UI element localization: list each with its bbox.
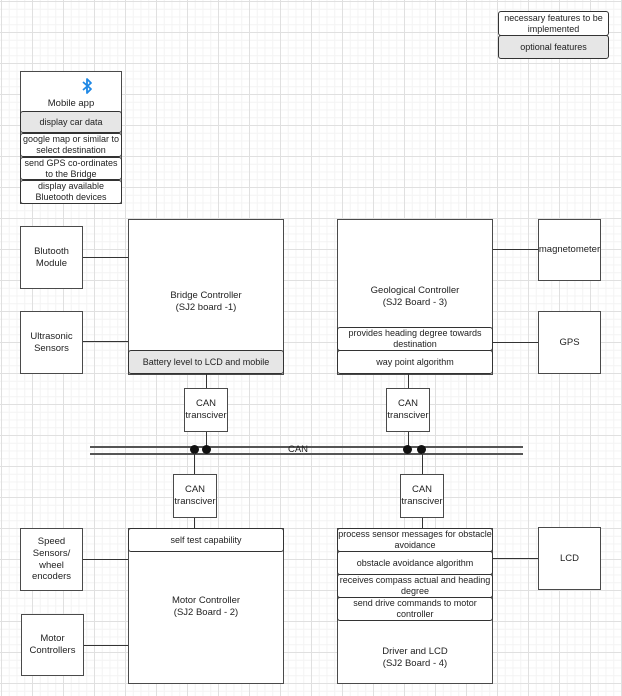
can-transceiver-label: CAN transciver (401, 484, 443, 507)
feature-label: receives compass actual and heading degr… (339, 575, 491, 596)
feature-label: Battery level to LCD and mobile (142, 356, 270, 367)
feature-label: send GPS co-ordinates to the Bridge (24, 157, 118, 179)
feature-label: process sensor messages for obstacle avo… (338, 529, 492, 550)
connector-geological-can (408, 374, 410, 389)
driver-feature-process-sensor: process sensor messages for obstacle avo… (337, 528, 493, 552)
motor-controllers-box: Motor Controllers (21, 614, 84, 676)
connector-bus-motor-can (194, 453, 196, 475)
geological-feature-way-point: way point algorithm (337, 350, 493, 374)
can-transceiver-label: CAN transciver (174, 484, 216, 507)
bus-junction-dot (202, 445, 211, 454)
bridge-feature-battery-level: Battery level to LCD and mobile (128, 350, 284, 374)
connector-bridge-can (206, 374, 208, 389)
bluetooth-icon (80, 77, 94, 95)
motor-feature-self-test: self test capability (128, 528, 284, 552)
bus-junction-dot (403, 445, 412, 454)
mobile-feature-send-gps: send GPS co-ordinates to the Bridge (20, 157, 122, 180)
driver-controller-board: (SJ2 Board - 4) (382, 657, 448, 669)
geological-controller-board: (SJ2 Board - 3) (382, 296, 448, 308)
can-transceiver-label: CAN transciver (387, 398, 429, 421)
feature-label: display car data (39, 116, 103, 127)
driver-feature-obstacle-avoidance: obstacle avoidance algorithm (337, 551, 493, 575)
feature-label: self test capability (170, 534, 242, 545)
connector-driver-lcd (493, 558, 538, 560)
can-transceiver-bridge: CAN transciver (184, 388, 228, 432)
feature-label: send drive commands to motor controller (353, 598, 477, 619)
motor-controllers-label: Motor Controllers (29, 633, 76, 656)
can-bus-label: CAN (287, 444, 309, 455)
legend-necessary: necessary features to be implemented (498, 11, 609, 36)
connector-geological-magnetometer (493, 249, 538, 251)
feature-label: provides heading degree towards destinat… (348, 328, 482, 349)
bridge-controller-name: Bridge Controller (SJ2 board -1) (128, 290, 284, 314)
feature-label: google map or similar to select destinat… (22, 134, 120, 155)
connector-motor-controllers-motor (84, 645, 128, 647)
speed-sensors-box: Speed Sensors/ wheel encoders (20, 528, 83, 591)
magnetometer-label: magnetometer (538, 244, 601, 256)
ultrasonic-sensors-label: Ultrasonic Sensors (30, 330, 73, 354)
connector-bus-driver-can (422, 453, 424, 475)
gps-box: GPS (538, 311, 601, 374)
driver-controller-title: Driver and LCD (382, 646, 448, 657)
connector-ultrasonic-bridge (83, 341, 128, 343)
mobile-feature-bluetooth-devices: display available Bluetooth devices (20, 180, 122, 204)
can-transceiver-driver: CAN transciver (400, 474, 444, 518)
lcd-label: LCD (559, 552, 579, 564)
lcd-box: LCD (538, 527, 601, 590)
legend-optional-label: optional features (520, 41, 587, 52)
driver-feature-compass: receives compass actual and heading degr… (337, 574, 493, 598)
motor-controller-title: Motor Controller (171, 595, 241, 606)
motor-controller-name: Motor Controller (SJ2 Board - 2) (128, 595, 284, 619)
feature-label: way point algorithm (376, 356, 454, 367)
ultrasonic-sensors-box: Ultrasonic Sensors (20, 311, 83, 374)
feature-label: display available Bluetooth devices (35, 181, 107, 202)
connector-bluetooth-bridge (83, 257, 128, 259)
driver-controller-name: Driver and LCD (SJ2 Board - 4) (337, 646, 493, 670)
feature-label: obstacle avoidance algorithm (356, 557, 474, 568)
legend-necessary-label: necessary features to be implemented (504, 12, 603, 34)
speed-sensors-label: Speed Sensors/ wheel encoders (31, 535, 72, 583)
magnetometer-box: magnetometer (538, 219, 601, 281)
mobile-app-title: Mobile app (47, 98, 95, 109)
can-transceiver-label: CAN transciver (185, 398, 227, 421)
geological-controller-name: Geological Controller (SJ2 Board - 3) (337, 285, 493, 309)
bridge-controller-board: (SJ2 board -1) (175, 301, 237, 313)
connector-geological-gps (493, 342, 538, 344)
bridge-controller-title: Bridge Controller (170, 290, 242, 301)
bluetooth-module-label: Blutooth Module (34, 245, 69, 269)
geological-controller-title: Geological Controller (370, 285, 460, 296)
can-transceiver-geological: CAN transciver (386, 388, 430, 432)
geological-feature-heading-degree: provides heading degree towards destinat… (337, 327, 493, 351)
connector-speed-sensors-motor (83, 559, 128, 561)
can-transceiver-motor: CAN transciver (173, 474, 217, 518)
driver-feature-drive-commands: send drive commands to motor controller (337, 597, 493, 621)
legend-optional: optional features (498, 35, 609, 59)
bluetooth-module-box: Blutooth Module (20, 226, 83, 289)
mobile-feature-display-car-data: display car data (20, 111, 122, 133)
gps-label: GPS (559, 336, 580, 348)
motor-controller-board: (SJ2 Board - 2) (173, 606, 239, 618)
mobile-feature-google-map: google map or similar to select destinat… (20, 133, 122, 157)
